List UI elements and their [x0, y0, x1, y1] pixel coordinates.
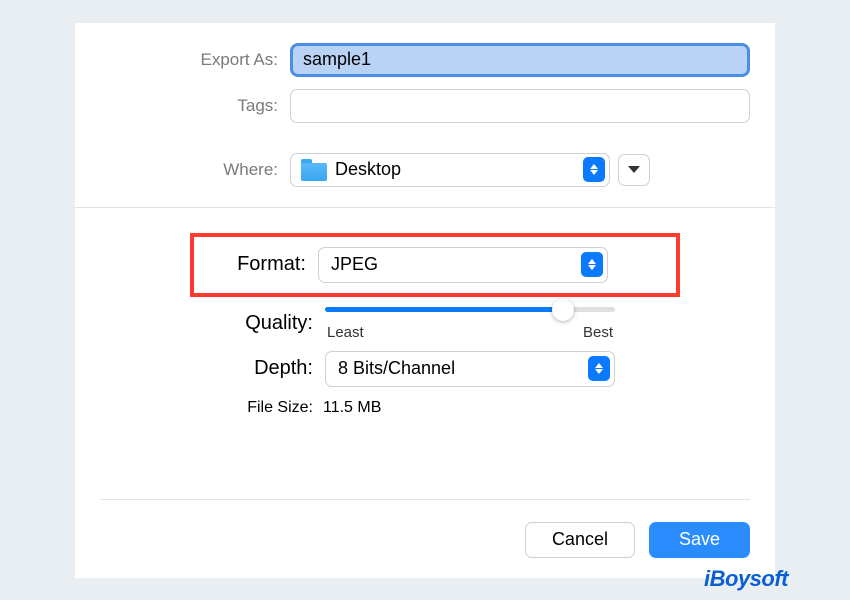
slider-thumb[interactable]: [552, 299, 574, 321]
depth-row: Depth: 8 Bits/Channel: [100, 351, 750, 387]
where-row: Where: Desktop: [100, 153, 750, 187]
updown-icon: [583, 157, 605, 182]
export-as-input[interactable]: [290, 43, 750, 77]
quality-best-label: Best: [583, 324, 613, 341]
format-highlight: Format: JPEG: [190, 233, 680, 297]
export-dialog: Export As: Tags: Where: Desktop: [75, 23, 775, 578]
top-section: Export As: Tags: Where: Desktop: [75, 43, 775, 187]
format-label: Format:: [206, 253, 318, 276]
export-as-row: Export As:: [100, 43, 750, 77]
where-value: Desktop: [335, 159, 583, 180]
tags-row: Tags:: [100, 89, 750, 123]
file-size-label: File Size:: [100, 399, 323, 417]
save-button[interactable]: Save: [649, 522, 750, 558]
slider-fill: [325, 307, 563, 312]
folder-icon: [301, 159, 327, 181]
updown-icon: [588, 356, 610, 381]
tags-input[interactable]: [290, 89, 750, 123]
quality-least-label: Least: [327, 324, 364, 341]
export-as-label: Export As:: [100, 50, 290, 70]
format-section: Format: JPEG Quality:: [75, 233, 775, 417]
file-size-row: File Size: 11.5 MB: [100, 399, 750, 417]
cancel-button[interactable]: Cancel: [525, 522, 635, 558]
where-select[interactable]: Desktop: [290, 153, 610, 187]
quality-slider[interactable]: [325, 307, 615, 312]
divider: [75, 207, 775, 208]
where-label: Where:: [100, 160, 290, 180]
depth-select[interactable]: 8 Bits/Channel: [325, 351, 615, 387]
quality-row: Quality: Least Best: [100, 307, 750, 341]
updown-icon: [581, 252, 603, 277]
format-row: Format: JPEG: [206, 247, 664, 283]
button-row: Cancel Save: [100, 499, 750, 558]
depth-value: 8 Bits/Channel: [338, 358, 588, 379]
format-select[interactable]: JPEG: [318, 247, 608, 283]
quality-label: Quality:: [100, 312, 325, 335]
tags-label: Tags:: [100, 96, 290, 116]
expand-button[interactable]: [618, 154, 650, 186]
depth-label: Depth:: [100, 357, 325, 380]
watermark: iBoysoft: [704, 566, 788, 592]
chevron-down-icon: [628, 166, 640, 173]
file-size-value: 11.5 MB: [323, 399, 381, 417]
format-value: JPEG: [331, 254, 581, 275]
